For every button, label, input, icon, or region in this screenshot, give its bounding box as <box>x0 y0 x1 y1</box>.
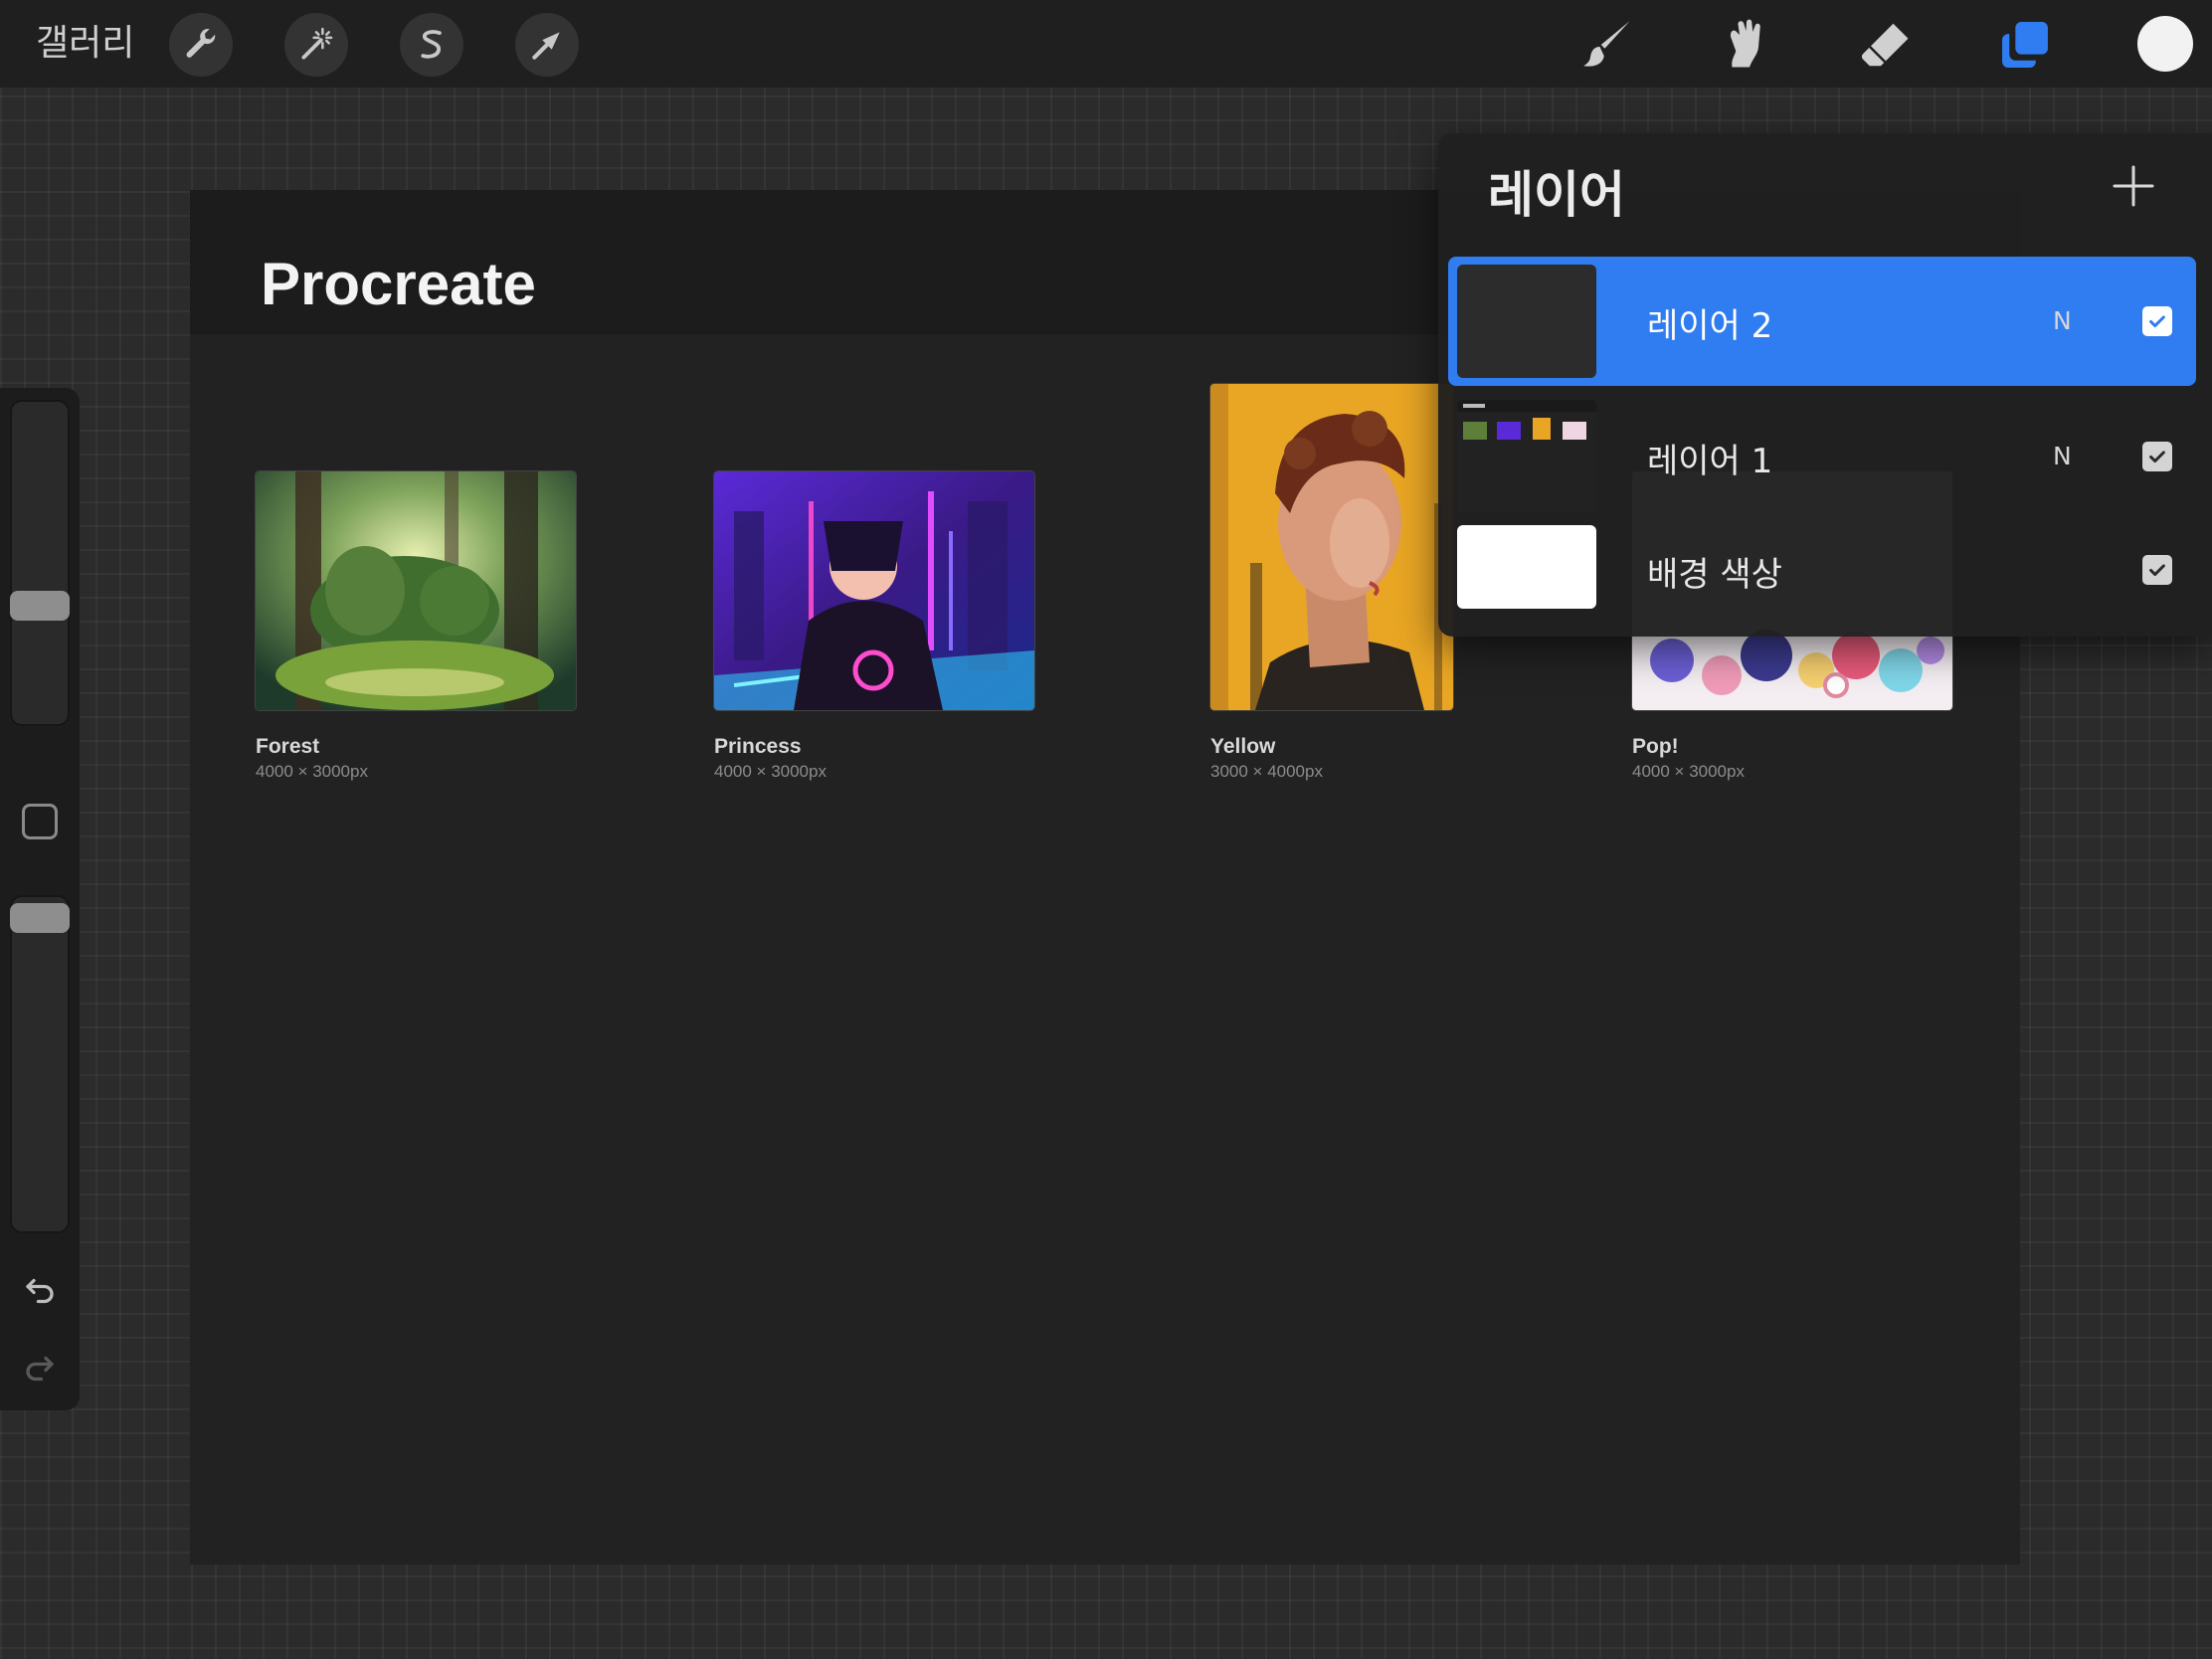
artwork-name: Yellow <box>1210 735 1276 758</box>
checkmark-icon <box>2149 451 2165 463</box>
layer-row-2[interactable]: 레이어 2 N <box>1448 257 2196 386</box>
opacity-thumb[interactable] <box>10 903 70 933</box>
layers-panel-title: 레이어 <box>1488 166 1625 224</box>
opacity-slider[interactable] <box>10 895 70 1233</box>
brush-size-thumb[interactable] <box>10 591 70 621</box>
artwork-name: Princess <box>714 735 802 758</box>
layer-blend-mode[interactable]: N <box>2053 442 2072 470</box>
modify-button[interactable] <box>22 804 58 839</box>
layer-blend-mode[interactable]: N <box>2053 306 2072 335</box>
artwork-thumbnail <box>1210 384 1453 710</box>
artwork-thumbnail <box>714 471 1034 710</box>
redo-button[interactable] <box>20 1349 60 1388</box>
canvas-title: Procreate <box>261 251 536 317</box>
top-toolbar: 갤러리 <box>0 0 2212 88</box>
eraser-icon <box>1861 23 1909 67</box>
gallery-button[interactable]: 갤러리 <box>36 18 134 70</box>
artwork-name: Pop! <box>1632 735 1679 758</box>
color-swatch[interactable] <box>2137 16 2193 72</box>
brush-size-slider[interactable] <box>10 400 70 726</box>
left-sidebar <box>0 388 80 1410</box>
artwork-size: 4000 × 3000px <box>714 762 827 781</box>
smudge-button[interactable] <box>1712 12 1777 78</box>
layers-icon <box>2002 22 2048 68</box>
checkmark-icon <box>2149 564 2165 577</box>
paint-brush-button[interactable] <box>1574 12 1640 78</box>
eraser-button[interactable] <box>1853 12 1919 78</box>
redo-icon <box>26 1356 54 1382</box>
layer-thumbnail <box>1457 265 1596 378</box>
undo-icon <box>26 1278 54 1304</box>
magic-wand-icon <box>301 27 333 60</box>
artwork-name: Forest <box>256 735 320 758</box>
layer-row-background[interactable]: 배경 색상 <box>1448 521 2196 621</box>
artwork-size: 4000 × 3000px <box>1632 762 1745 781</box>
layer-visibility-checkbox[interactable] <box>2142 555 2172 585</box>
artwork-size: 3000 × 4000px <box>1210 762 1323 781</box>
wrench-icon <box>186 29 216 58</box>
layers-panel: 레이어 레이어 2 N 레이어 1 N 배경 색상 <box>1438 133 2212 637</box>
smudge-icon <box>1730 19 1760 68</box>
undo-button[interactable] <box>20 1271 60 1311</box>
layers-button[interactable] <box>1992 12 2058 78</box>
background-color-swatch <box>1457 525 1596 609</box>
adjustments-button[interactable] <box>284 13 348 77</box>
layer-visibility-checkbox[interactable] <box>2142 306 2172 336</box>
selection-button[interactable] <box>400 13 463 77</box>
layer-name: 배경 색상 <box>1647 555 1782 595</box>
layer-row-1[interactable]: 레이어 1 N <box>1448 392 2196 521</box>
transform-arrow-icon <box>532 32 560 60</box>
plus-icon <box>2113 165 2154 207</box>
layer-name: 레이어 1 <box>1647 442 1773 481</box>
layer-name: 레이어 2 <box>1647 306 1773 346</box>
brush-icon <box>1583 21 1630 67</box>
layer-visibility-checkbox[interactable] <box>2142 442 2172 471</box>
actions-button[interactable] <box>169 13 233 77</box>
selection-icon <box>421 30 442 59</box>
transform-button[interactable] <box>515 13 579 77</box>
checkmark-icon <box>2149 315 2165 328</box>
artwork-size: 4000 × 3000px <box>256 762 368 781</box>
layer-thumbnail <box>1457 400 1596 513</box>
add-layer-button[interactable] <box>2111 163 2156 209</box>
artwork-thumbnail <box>256 471 576 710</box>
